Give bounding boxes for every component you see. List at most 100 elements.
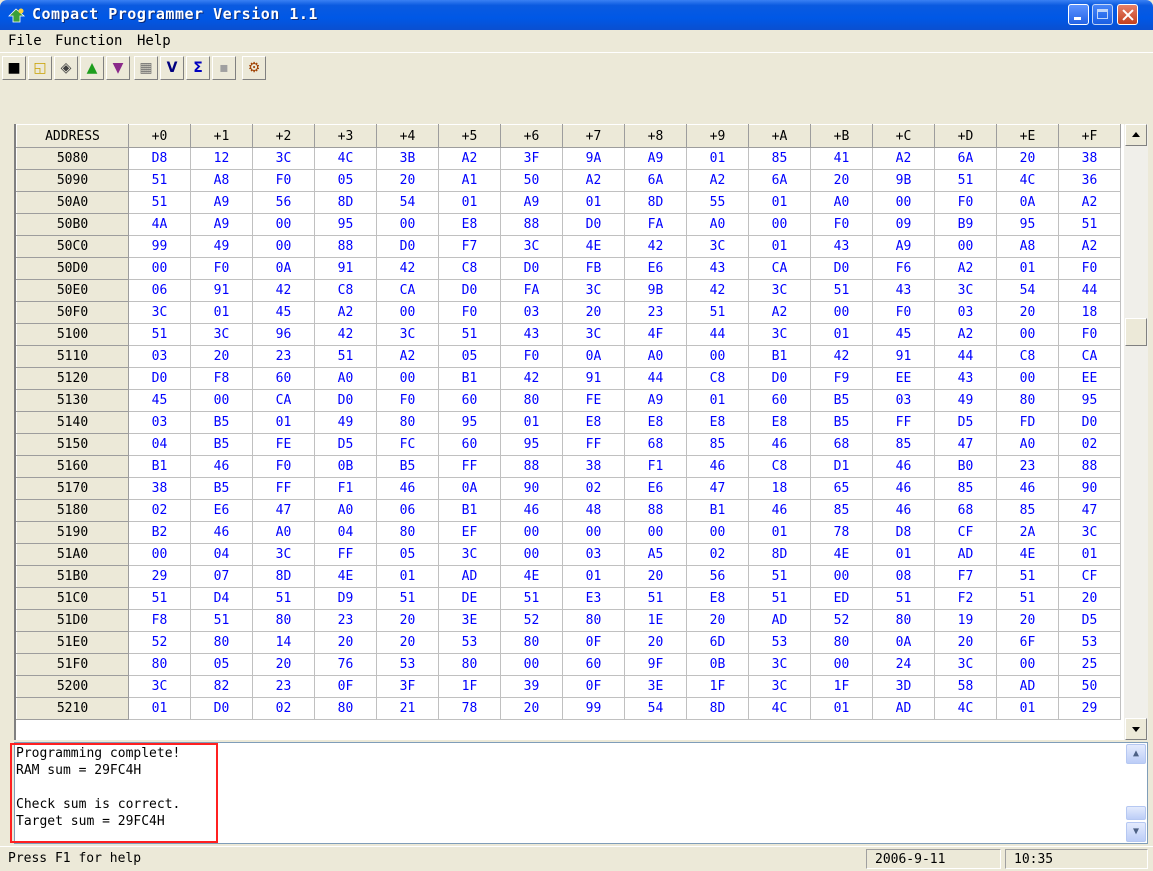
byte-cell[interactable]: CA [748,257,811,280]
byte-cell[interactable]: 51 [624,587,687,610]
byte-cell[interactable]: 4C [314,147,377,170]
byte-cell[interactable]: 00 [500,521,563,544]
byte-cell[interactable]: B2 [128,521,191,544]
byte-cell[interactable]: 39 [500,675,563,698]
menu-help[interactable]: Help [137,33,171,49]
byte-cell[interactable]: 44 [934,345,997,368]
byte-cell[interactable]: 80 [376,521,439,544]
byte-cell[interactable]: 20 [1058,587,1121,610]
byte-cell[interactable]: 05 [376,543,439,566]
checksum-button[interactable]: Σ [186,56,210,80]
byte-cell[interactable]: 51 [128,191,191,214]
byte-cell[interactable]: 00 [376,367,439,390]
byte-cell[interactable]: A2 [748,301,811,324]
byte-cell[interactable]: 0B [314,455,377,478]
byte-cell[interactable]: 88 [314,235,377,258]
byte-cell[interactable]: 85 [934,477,997,500]
read-chip-button[interactable]: ◈ [54,56,78,80]
byte-cell[interactable]: 19 [934,609,997,632]
column-header[interactable]: +2 [252,124,315,148]
byte-cell[interactable]: CA [1058,345,1121,368]
byte-cell[interactable]: 95 [1058,389,1121,412]
byte-cell[interactable]: D0 [376,235,439,258]
minimize-button[interactable] [1068,4,1089,25]
scroll-up-button[interactable] [1125,124,1147,146]
byte-cell[interactable]: 51 [810,279,873,302]
byte-cell[interactable]: 4E [810,543,873,566]
byte-cell[interactable]: D8 [128,147,191,170]
byte-cell[interactable]: 44 [624,367,687,390]
byte-cell[interactable]: 49 [934,389,997,412]
byte-cell[interactable]: 8D [252,565,315,588]
upload-arrow-button[interactable]: ▲ [80,56,104,80]
byte-cell[interactable]: 03 [872,389,935,412]
byte-cell[interactable]: A2 [872,147,935,170]
byte-cell[interactable]: AD [872,697,935,720]
byte-cell[interactable]: 14 [252,631,315,654]
lock-button[interactable]: ▪ [212,56,236,80]
byte-cell[interactable]: 07 [190,565,253,588]
save-button[interactable]: ■ [2,56,26,80]
byte-cell[interactable]: F8 [190,367,253,390]
byte-cell[interactable]: 68 [934,499,997,522]
byte-cell[interactable]: 53 [376,653,439,676]
byte-cell[interactable]: 80 [376,411,439,434]
byte-cell[interactable]: 23 [996,455,1059,478]
byte-cell[interactable]: 20 [314,631,377,654]
byte-cell[interactable]: 08 [872,565,935,588]
byte-cell[interactable]: B1 [686,499,749,522]
byte-cell[interactable]: 01 [872,543,935,566]
byte-cell[interactable]: 3D [872,675,935,698]
column-header[interactable]: +3 [314,124,377,148]
byte-cell[interactable]: 00 [996,323,1059,346]
byte-cell[interactable]: 91 [562,367,625,390]
byte-cell[interactable]: D0 [438,279,501,302]
column-header[interactable]: +E [996,124,1059,148]
byte-cell[interactable]: D5 [934,411,997,434]
byte-cell[interactable]: FA [500,279,563,302]
byte-cell[interactable]: 51 [748,565,811,588]
byte-cell[interactable]: 0F [562,631,625,654]
byte-cell[interactable]: E8 [686,587,749,610]
byte-cell[interactable]: 96 [252,323,315,346]
byte-cell[interactable]: A2 [1058,191,1121,214]
byte-cell[interactable]: 00 [190,389,253,412]
byte-cell[interactable]: 91 [872,345,935,368]
byte-cell[interactable]: 20 [190,345,253,368]
byte-cell[interactable]: 46 [872,499,935,522]
column-header[interactable]: +1 [190,124,253,148]
byte-cell[interactable]: 01 [438,191,501,214]
byte-cell[interactable]: 1F [810,675,873,698]
byte-cell[interactable]: D9 [314,587,377,610]
byte-cell[interactable]: 02 [252,697,315,720]
byte-cell[interactable]: FB [562,257,625,280]
byte-cell[interactable]: 3C [438,543,501,566]
column-header[interactable]: +8 [624,124,687,148]
byte-cell[interactable]: 54 [996,279,1059,302]
byte-cell[interactable]: F0 [872,301,935,324]
byte-cell[interactable]: 3C [500,235,563,258]
byte-cell[interactable]: 1F [438,675,501,698]
byte-cell[interactable]: 80 [996,389,1059,412]
byte-cell[interactable]: B5 [810,389,873,412]
byte-cell[interactable]: 80 [500,389,563,412]
byte-cell[interactable]: FA [624,213,687,236]
byte-cell[interactable]: E8 [624,411,687,434]
byte-cell[interactable]: F0 [190,257,253,280]
byte-cell[interactable]: EE [1058,367,1121,390]
byte-cell[interactable]: C8 [314,279,377,302]
byte-cell[interactable]: AD [934,543,997,566]
byte-cell[interactable]: 43 [686,257,749,280]
byte-cell[interactable]: 01 [562,565,625,588]
byte-cell[interactable]: 43 [500,323,563,346]
byte-cell[interactable]: F6 [872,257,935,280]
byte-cell[interactable]: 0F [314,675,377,698]
message-scroll-thumb[interactable] [1126,806,1146,820]
byte-cell[interactable]: F0 [500,345,563,368]
byte-cell[interactable]: 00 [376,213,439,236]
byte-cell[interactable]: 23 [624,301,687,324]
byte-cell[interactable]: 00 [872,191,935,214]
byte-cell[interactable]: 3C [562,279,625,302]
byte-cell[interactable]: 3B [376,147,439,170]
byte-cell[interactable]: E8 [438,213,501,236]
